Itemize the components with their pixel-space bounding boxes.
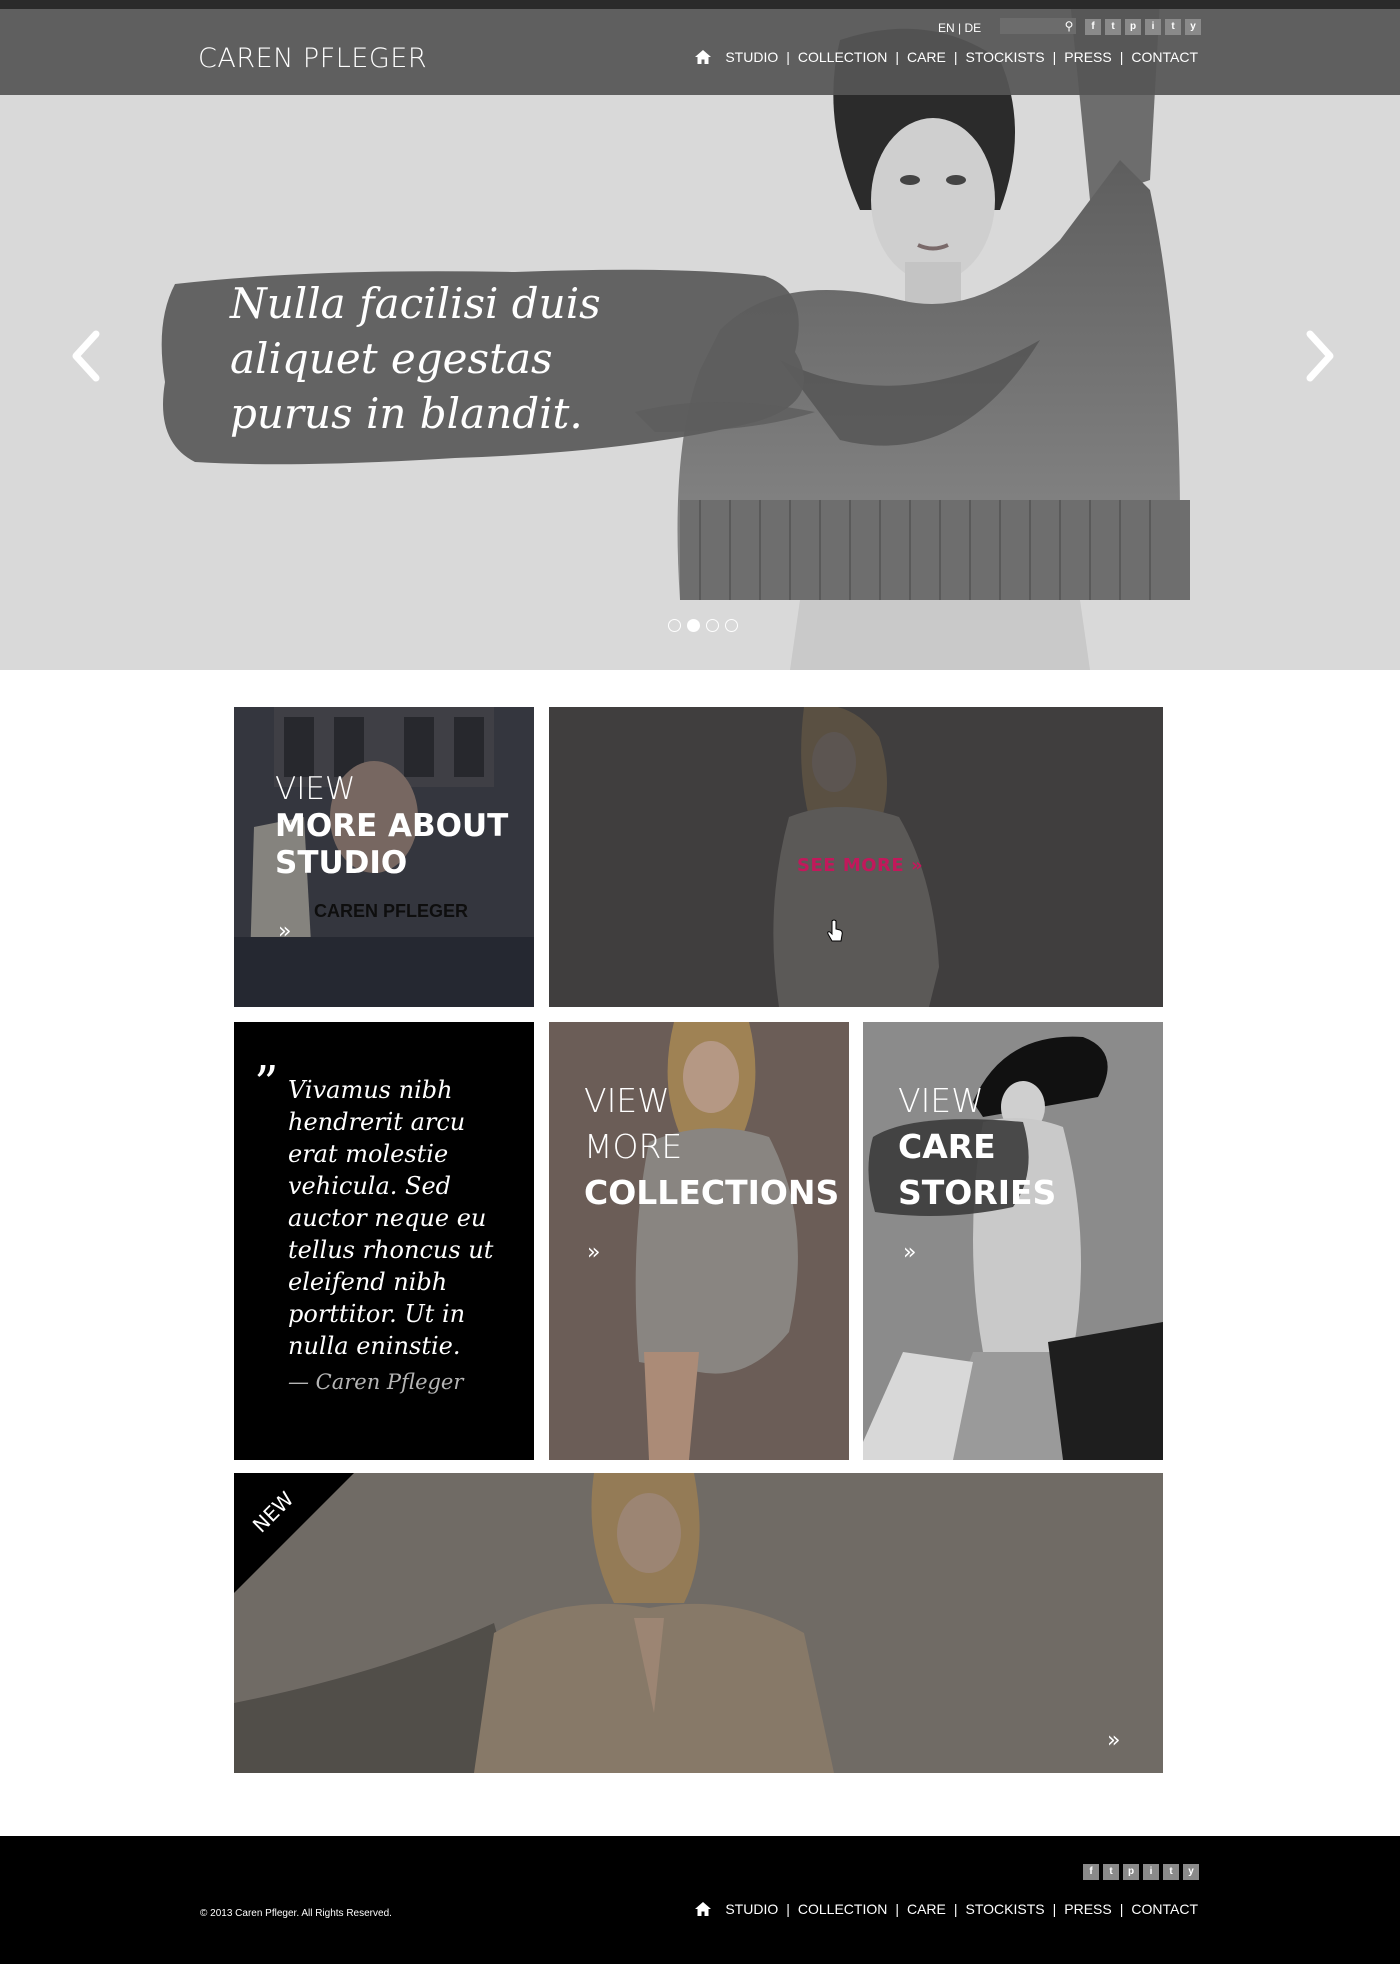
nav-stockists[interactable]: STOCKISTS bbox=[966, 49, 1045, 65]
nav-studio[interactable]: STUDIO bbox=[725, 49, 778, 65]
footer-nav-contact[interactable]: CONTACT bbox=[1131, 1901, 1198, 1917]
studio-tile-line-1: VIEW bbox=[275, 771, 356, 807]
hero-line-2: aliquet egestas bbox=[230, 334, 553, 383]
quote-tile: ” Vivamus nibh hendrerit arcu erat moles… bbox=[234, 1022, 534, 1460]
copyright-text: © 2013 Caren Pfleger. All Rights Reserve… bbox=[200, 1908, 392, 1919]
youtube-icon[interactable]: y bbox=[1185, 19, 1201, 35]
new-badge-banner: NEW bbox=[234, 1473, 354, 1593]
next-slide-arrow[interactable] bbox=[1298, 330, 1338, 382]
footer-tumblr-icon[interactable]: t bbox=[1163, 1864, 1179, 1880]
hero-line-3: purus in blandit. bbox=[230, 389, 583, 438]
nav-collection[interactable]: COLLECTION bbox=[798, 49, 887, 65]
slide-dot-1[interactable] bbox=[668, 619, 681, 632]
footer-nav-collection[interactable]: COLLECTION bbox=[798, 1901, 887, 1917]
new-collection-tile[interactable]: NEW » bbox=[234, 1473, 1163, 1773]
hero-slider: CAREN PFLEGER EN | DE ⚲ f t p i t y STUD… bbox=[0, 0, 1400, 670]
quote-mark-icon: ” bbox=[254, 1056, 279, 1112]
quote-text: Vivamus nibh hendrerit arcu erat molesti… bbox=[288, 1074, 518, 1398]
studio-chevron-icon[interactable]: » bbox=[278, 919, 291, 944]
twitter-icon[interactable]: t bbox=[1105, 19, 1121, 35]
care-tile-text: VIEW CARE STORIES bbox=[898, 1078, 1056, 1216]
footer-nav-studio[interactable]: STUDIO bbox=[725, 1901, 778, 1917]
footer-nav-press[interactable]: PRESS bbox=[1064, 1901, 1111, 1917]
pinterest-icon[interactable]: p bbox=[1125, 19, 1141, 35]
language-switcher[interactable]: EN | DE bbox=[938, 21, 981, 35]
tumblr-icon[interactable]: t bbox=[1165, 19, 1181, 35]
care-chevron-icon[interactable]: » bbox=[903, 1240, 916, 1265]
prev-slide-arrow[interactable] bbox=[68, 330, 108, 382]
collections-tile[interactable]: VIEW MORE COLLECTIONS » bbox=[549, 1022, 849, 1460]
home-icon[interactable] bbox=[695, 50, 712, 64]
nav-press[interactable]: PRESS bbox=[1064, 49, 1111, 65]
slide-dot-3[interactable] bbox=[706, 619, 719, 632]
nav-contact[interactable]: CONTACT bbox=[1131, 49, 1198, 65]
site-footer: f t p i t y © 2013 Caren Pfleger. All Ri… bbox=[0, 1836, 1400, 1964]
care-tile[interactable]: VIEW CARE STORIES » bbox=[863, 1022, 1163, 1460]
footer-pinterest-icon[interactable]: p bbox=[1123, 1864, 1139, 1880]
top-strip bbox=[0, 0, 1400, 9]
instagram-icon[interactable]: i bbox=[1145, 19, 1161, 35]
collections-tile-line-1: VIEW bbox=[584, 1081, 670, 1120]
social-icons: f t p i t y bbox=[1085, 19, 1201, 35]
studio-tile-text: VIEW MORE ABOUT STUDIO bbox=[275, 771, 508, 882]
studio-tile-line-3: STUDIO bbox=[275, 845, 408, 881]
nav-care[interactable]: CARE bbox=[907, 49, 946, 65]
facebook-icon[interactable]: f bbox=[1085, 19, 1101, 35]
slider-dots bbox=[668, 619, 738, 632]
main-nav: STUDIO | COLLECTION | CARE | STOCKISTS | PRE… bbox=[695, 49, 1198, 65]
footer-nav-stockists[interactable]: STOCKISTS bbox=[966, 1901, 1045, 1917]
new-collection-photo bbox=[234, 1473, 1163, 1773]
quote-body: Vivamus nibh hendrerit arcu erat molesti… bbox=[288, 1076, 494, 1360]
footer-facebook-icon[interactable]: f bbox=[1083, 1864, 1099, 1880]
care-tile-line-2: CARE bbox=[898, 1127, 996, 1166]
hero-headline: Nulla facilisi duis aliquet egestas puru… bbox=[230, 276, 650, 441]
slide-dot-4[interactable] bbox=[725, 619, 738, 632]
studio-tile[interactable]: CAREN PFLEGER VIEW MORE ABOUT STUDIO » bbox=[234, 707, 534, 1007]
hero-line-1: Nulla facilisi duis bbox=[230, 279, 601, 328]
studio-tile-line-2: MORE ABOUT bbox=[275, 808, 509, 844]
footer-youtube-icon[interactable]: y bbox=[1183, 1864, 1199, 1880]
logo[interactable]: CAREN PFLEGER bbox=[198, 43, 427, 74]
hand-cursor-icon bbox=[827, 919, 843, 942]
site-header: CAREN PFLEGER EN | DE ⚲ f t p i t y STUD… bbox=[0, 9, 1400, 95]
collections-tile-line-3: COLLECTIONS bbox=[584, 1173, 840, 1212]
see-more-link[interactable]: SEE MORE » bbox=[797, 855, 923, 876]
footer-home-icon[interactable] bbox=[695, 1902, 712, 1916]
footer-nav-care[interactable]: CARE bbox=[907, 1901, 946, 1917]
care-tile-line-3: STORIES bbox=[898, 1173, 1057, 1212]
footer-instagram-icon[interactable]: i bbox=[1143, 1864, 1159, 1880]
slide-dot-2[interactable] bbox=[687, 619, 700, 632]
footer-nav: STUDIO | COLLECTION | CARE | STOCKISTS | PRE… bbox=[695, 1901, 1198, 1917]
footer-social-icons: f t p i t y bbox=[1083, 1864, 1199, 1880]
footer-twitter-icon[interactable]: t bbox=[1103, 1864, 1119, 1880]
collections-tile-line-2: MORE bbox=[584, 1127, 683, 1166]
collections-tile-text: VIEW MORE COLLECTIONS bbox=[584, 1078, 839, 1216]
quote-author: — Caren Pfleger bbox=[288, 1370, 464, 1394]
search-icon[interactable]: ⚲ bbox=[1062, 19, 1076, 33]
new-collection-chevron-icon[interactable]: » bbox=[1107, 1728, 1120, 1753]
collections-chevron-icon[interactable]: » bbox=[587, 1240, 600, 1265]
care-tile-line-1: VIEW bbox=[898, 1081, 984, 1120]
